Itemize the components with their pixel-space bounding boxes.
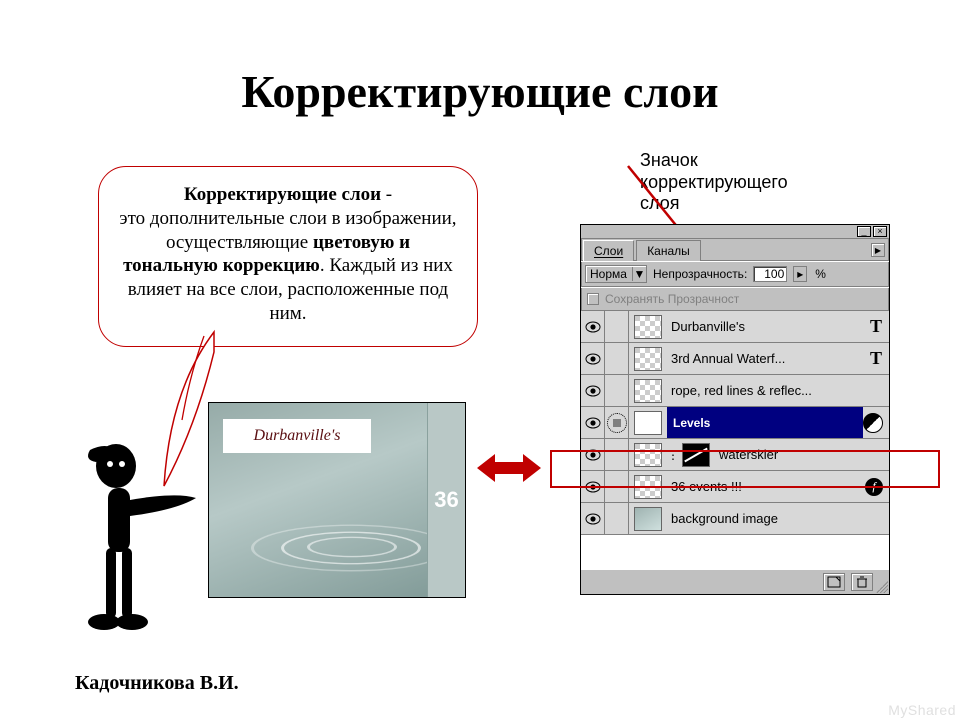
author-name: Кадочникова В.И. — [75, 672, 239, 695]
poster-side-num: 36 — [434, 490, 458, 510]
slide-title: Корректирующие слои — [0, 65, 960, 118]
presenter-figure-icon — [80, 436, 200, 646]
palette-footer — [581, 569, 889, 594]
delete-layer-button[interactable] — [851, 573, 873, 591]
tab-layers-label: Слои — [594, 244, 623, 258]
layer-row[interactable]: 3rd Annual Waterf... T — [581, 343, 889, 375]
layer-row[interactable]: background image — [581, 503, 889, 535]
tab-channels-label: Каналы — [647, 244, 690, 258]
text-layer-icon: T — [863, 348, 889, 369]
link-cell[interactable] — [605, 439, 629, 470]
tab-channels[interactable]: Каналы — [636, 240, 701, 261]
visibility-toggle[interactable] — [581, 471, 605, 502]
double-arrow-icon — [477, 452, 541, 484]
visibility-toggle[interactable] — [581, 343, 605, 374]
link-cell[interactable] — [605, 375, 629, 406]
mask-link-icon — [607, 413, 627, 433]
caption-l2: корректирующего — [640, 172, 788, 192]
chevron-down-icon[interactable]: ▼ — [632, 267, 646, 281]
palette-titlebar[interactable]: _ × — [581, 225, 889, 239]
link-cell[interactable] — [605, 471, 629, 502]
visibility-toggle[interactable] — [581, 311, 605, 342]
layer-effects-icon[interactable]: f — [865, 478, 883, 496]
palette-menu-icon[interactable] — [871, 243, 885, 257]
bubble-lead: Корректирующие слои — [184, 184, 381, 205]
visibility-toggle[interactable] — [581, 375, 605, 406]
visibility-toggle[interactable] — [581, 503, 605, 534]
layer-name: Durbanville's — [667, 319, 863, 334]
trash-icon — [856, 576, 868, 588]
layer-list: Durbanville's T 3rd Annual Waterf... T r… — [581, 311, 889, 569]
layer-name: Levels — [673, 416, 710, 430]
layer-row[interactable]: 36 events !!! f — [581, 471, 889, 503]
layer-name: 36 events !!! — [667, 479, 865, 494]
mask-link-icon: ⋮ — [667, 448, 677, 462]
palette-options: Норма ▼ Непрозрачность: 100 ▸ % — [581, 261, 889, 287]
resize-grip-icon[interactable] — [876, 581, 888, 593]
opacity-chevron-icon[interactable]: ▸ — [793, 266, 807, 282]
blend-mode-select[interactable]: Норма ▼ — [585, 265, 647, 283]
layer-thumb — [634, 443, 662, 467]
blend-mode-value: Норма — [586, 266, 632, 282]
layer-mask-thumb — [682, 443, 710, 467]
bubble-dash: - — [381, 184, 392, 205]
close-icon[interactable]: × — [873, 226, 887, 237]
visibility-toggle[interactable] — [581, 407, 605, 438]
link-cell[interactable] — [605, 343, 629, 374]
layer-thumb — [634, 507, 662, 531]
opacity-input[interactable]: 100 — [753, 266, 787, 282]
watermark: MyShared — [888, 702, 956, 718]
layer-row-selected[interactable]: Levels — [581, 407, 889, 439]
layer-row[interactable]: ⋮ waterskier — [581, 439, 889, 471]
layer-list-empty — [581, 535, 889, 569]
layer-name: background image — [667, 511, 889, 526]
layer-row[interactable]: rope, red lines & reflec... — [581, 375, 889, 407]
layer-thumb — [634, 347, 662, 371]
minimize-icon[interactable]: _ — [857, 226, 871, 237]
adjustment-layer-icon — [863, 413, 883, 433]
opacity-label: Непрозрачность: — [653, 267, 747, 281]
poster-side: 36 — [427, 403, 465, 597]
palette-tabs: Слои Каналы — [581, 239, 889, 261]
layer-thumb — [634, 315, 662, 339]
link-cell[interactable] — [605, 311, 629, 342]
preserve-label: Сохранять Прозрачност — [605, 292, 739, 306]
caption-l3: слоя — [640, 193, 679, 213]
definition-bubble: Корректирующие слои - это дополнительные… — [98, 166, 478, 347]
mask-link-cell[interactable] — [605, 407, 629, 438]
link-cell[interactable] — [605, 503, 629, 534]
opacity-suffix: % — [815, 267, 826, 281]
preserve-transparency-row[interactable]: Сохранять Прозрачност — [581, 287, 889, 311]
layer-thumb — [634, 379, 662, 403]
layers-palette[interactable]: _ × Слои Каналы Норма ▼ Непрозрачность: … — [580, 224, 890, 595]
text-layer-icon: T — [863, 316, 889, 337]
new-layer-icon — [827, 576, 841, 588]
layer-row[interactable]: Durbanville's T — [581, 311, 889, 343]
preserve-checkbox[interactable] — [587, 293, 599, 305]
layer-name: waterskier — [715, 447, 889, 462]
adjustment-mask-thumb — [634, 411, 662, 435]
layer-name: rope, red lines & reflec... — [667, 383, 889, 398]
poster-brand: Durbanville's — [223, 419, 371, 453]
visibility-toggle[interactable] — [581, 439, 605, 470]
example-poster-image: Durbanville's 36 — [208, 402, 466, 598]
layer-thumb — [634, 475, 662, 499]
selected-layer-bar: Levels — [667, 407, 863, 438]
layer-name: 3rd Annual Waterf... — [667, 351, 863, 366]
caption-l1: Значок — [640, 150, 698, 170]
icon-caption: Значок корректирующего слоя — [640, 150, 788, 215]
tab-layers[interactable]: Слои — [583, 240, 634, 261]
new-layer-button[interactable] — [823, 573, 845, 591]
